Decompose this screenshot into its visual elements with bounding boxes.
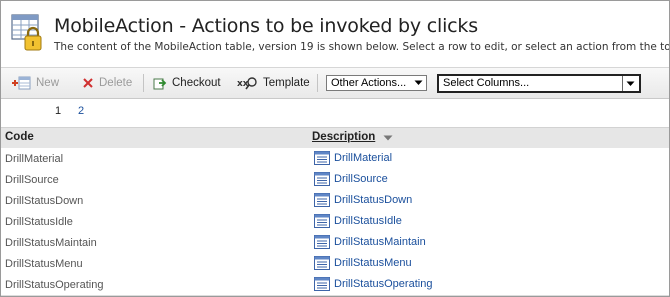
new-button-label: New	[36, 77, 60, 89]
table-row[interactable]: DrillSource DrillSource	[1, 169, 669, 191]
description-cell: DrillSource	[314, 172, 388, 186]
record-icon	[314, 256, 330, 270]
page-subtitle: The content of the MobileAction table, v…	[54, 41, 670, 53]
toolbar-separator	[317, 74, 318, 92]
description-cell: DrillStatusDown	[314, 193, 412, 207]
record-icon	[314, 172, 330, 186]
delete-icon	[83, 78, 93, 88]
pager: 1 2	[1, 102, 669, 122]
description-link[interactable]: DrillStatusIdle	[334, 215, 402, 227]
record-icon	[314, 277, 330, 291]
locked-table-icon	[11, 14, 42, 51]
description-cell: DrillStatusOperating	[314, 277, 432, 291]
record-icon	[314, 214, 330, 228]
delete-button[interactable]: Delete	[82, 68, 132, 98]
code-cell: DrillStatusDown	[5, 195, 84, 207]
page-link-2[interactable]: 2	[78, 105, 84, 117]
code-cell: DrillStatusOperating	[5, 279, 104, 291]
description-link[interactable]: DrillSource	[334, 173, 388, 185]
code-cell: DrillStatusMaintain	[5, 237, 97, 249]
table-row[interactable]: DrillMaterial DrillMaterial	[1, 148, 669, 170]
toolbar: New Delete Checkout xx Template Other Ac…	[1, 67, 669, 99]
new-button[interactable]: New	[11, 68, 59, 98]
table-row[interactable]: DrillStatusMaintain DrillStatusMaintain	[1, 232, 669, 254]
select-columns-value: Select Columns...	[443, 77, 530, 89]
page-link-1[interactable]: 1	[55, 105, 61, 117]
description-link[interactable]: DrillStatusMaintain	[334, 236, 426, 248]
new-row-icon	[12, 76, 31, 90]
description-cell: DrillMaterial	[314, 151, 392, 165]
record-icon	[314, 235, 330, 249]
page-title: MobileAction - Actions to be invoked by …	[54, 15, 478, 37]
code-cell: DrillSource	[5, 174, 59, 186]
table-row[interactable]: DrillStatusOperating DrillStatusOperating	[1, 274, 669, 296]
checkout-button-label: Checkout	[172, 77, 221, 89]
description-cell: DrillStatusIdle	[314, 214, 402, 228]
template-button-label: Template	[263, 77, 310, 89]
code-cell: DrillStatusMenu	[5, 258, 83, 270]
toolbar-separator	[143, 74, 144, 92]
checkout-button[interactable]: Checkout	[153, 68, 221, 98]
description-link[interactable]: DrillStatusDown	[334, 194, 412, 206]
table-row[interactable]: DrillStatusIdle DrillStatusIdle	[1, 211, 669, 233]
page-frame: MobileAction - Actions to be invoked by …	[0, 0, 670, 297]
record-icon	[314, 193, 330, 207]
description-cell: DrillStatusMenu	[314, 256, 412, 270]
column-header-description[interactable]: Description	[312, 131, 375, 143]
chevron-down-icon	[622, 76, 637, 91]
record-icon	[314, 151, 330, 165]
description-link[interactable]: DrillStatusMenu	[334, 257, 412, 269]
delete-button-label: Delete	[99, 77, 133, 89]
template-button[interactable]: xx Template	[237, 68, 310, 98]
chevron-down-icon	[411, 76, 425, 90]
column-header-code[interactable]: Code	[5, 131, 34, 143]
sort-descending-icon[interactable]	[383, 135, 393, 141]
table-header: Code Description	[1, 127, 669, 149]
page-header: MobileAction - Actions to be invoked by …	[1, 1, 669, 63]
table-row[interactable]: DrillStatusDown DrillStatusDown	[1, 190, 669, 212]
other-actions-value: Other Actions...	[331, 77, 407, 89]
description-link[interactable]: DrillStatusOperating	[334, 278, 432, 290]
description-link[interactable]: DrillMaterial	[334, 152, 392, 164]
template-icon: xx	[237, 77, 257, 90]
select-columns-dropdown[interactable]: Select Columns...	[437, 74, 641, 93]
description-cell: DrillStatusMaintain	[314, 235, 426, 249]
table-row[interactable]: DrillStatusMenu DrillStatusMenu	[1, 253, 669, 275]
code-cell: DrillStatusIdle	[5, 216, 73, 228]
checkout-icon	[153, 78, 167, 90]
code-cell: DrillMaterial	[5, 153, 64, 165]
other-actions-select[interactable]: Other Actions...	[326, 75, 427, 91]
